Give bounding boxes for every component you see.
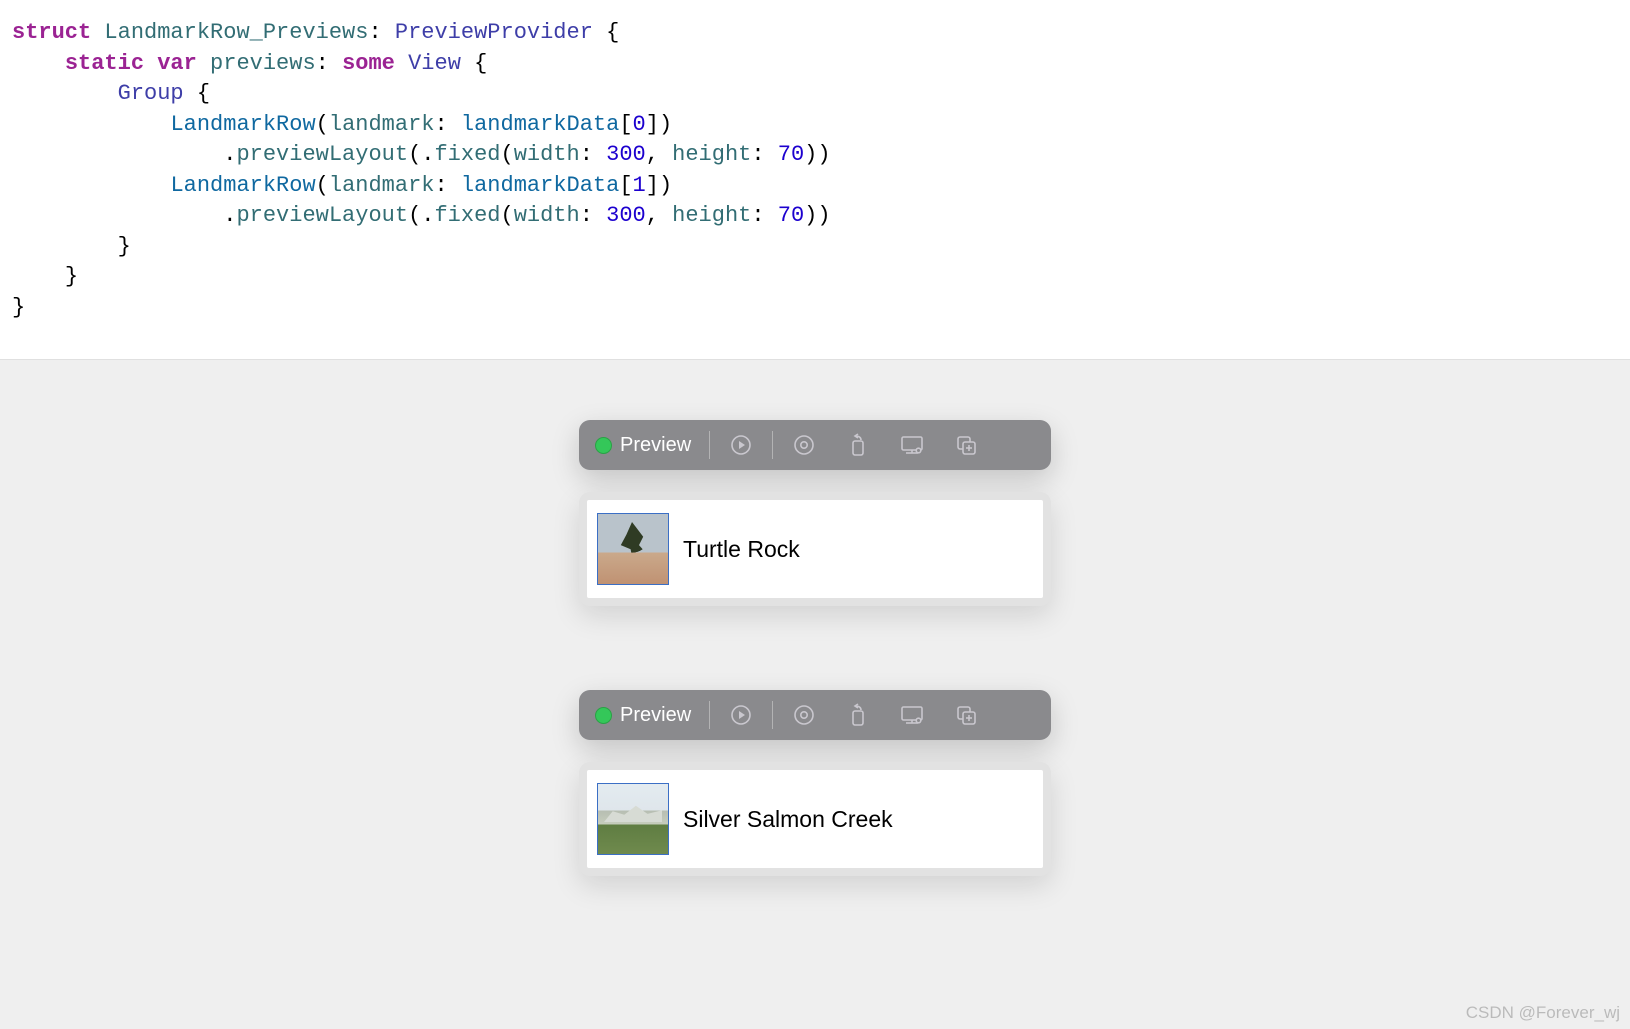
inspect-button[interactable] xyxy=(777,690,831,740)
number-literal: 300 xyxy=(606,142,646,167)
identifier: LandmarkRow xyxy=(170,112,315,137)
keyword-some: some xyxy=(342,51,395,76)
arg-label: landmark xyxy=(329,112,435,137)
type-ref: Group xyxy=(118,81,184,106)
separator xyxy=(772,701,773,729)
preview-block: Preview Turtle Rock xyxy=(579,420,1051,606)
device-rotate-button[interactable] xyxy=(831,690,885,740)
status-dot-icon xyxy=(595,437,612,454)
keyword-var: var xyxy=(157,51,197,76)
preview-label: Preview xyxy=(620,434,691,457)
var-name: previews xyxy=(210,51,316,76)
landmark-thumbnail-icon xyxy=(597,513,669,585)
landmark-thumbnail-icon xyxy=(597,783,669,855)
inspect-button[interactable] xyxy=(777,420,831,470)
preview-block: Preview Silver Salmon Creek xyxy=(579,690,1051,876)
number-literal: 70 xyxy=(778,203,804,228)
method: previewLayout xyxy=(236,203,408,228)
number-literal: 1 xyxy=(633,173,646,198)
landmark-title: Silver Salmon Creek xyxy=(683,806,893,833)
watermark: CSDN @Forever_wj xyxy=(1466,1003,1620,1023)
live-preview-button[interactable] xyxy=(714,690,768,740)
preview-toolbar: Preview xyxy=(579,420,1051,470)
identifier: landmarkData xyxy=(461,112,619,137)
preview-on-device-button[interactable] xyxy=(885,690,939,740)
number-literal: 300 xyxy=(606,203,646,228)
arg-label: height xyxy=(672,203,751,228)
device-rotate-button[interactable] xyxy=(831,420,885,470)
keyword-struct: struct xyxy=(12,20,91,45)
preview-frame: Turtle Rock xyxy=(579,492,1051,606)
identifier: LandmarkRow xyxy=(170,173,315,198)
type-name: LandmarkRow_Previews xyxy=(104,20,368,45)
code-editor[interactable]: struct LandmarkRow_Previews: PreviewProv… xyxy=(0,0,1630,359)
arg-label: width xyxy=(514,203,580,228)
type-ref: PreviewProvider xyxy=(395,20,593,45)
method: fixed xyxy=(434,203,500,228)
live-preview-button[interactable] xyxy=(714,420,768,470)
separator xyxy=(709,431,710,459)
preview-on-device-button[interactable] xyxy=(885,420,939,470)
method: fixed xyxy=(434,142,500,167)
identifier: landmarkData xyxy=(461,173,619,198)
landmark-row[interactable]: Silver Salmon Creek xyxy=(587,770,1043,868)
preview-canvas: Preview Turtle Rock xyxy=(0,359,1630,1029)
method: previewLayout xyxy=(236,142,408,167)
separator xyxy=(709,701,710,729)
number-literal: 70 xyxy=(778,142,804,167)
arg-label: height xyxy=(672,142,751,167)
status-dot-icon xyxy=(595,707,612,724)
keyword-static: static xyxy=(65,51,144,76)
landmark-title: Turtle Rock xyxy=(683,536,800,563)
landmark-row[interactable]: Turtle Rock xyxy=(587,500,1043,598)
number-literal: 0 xyxy=(633,112,646,137)
preview-label: Preview xyxy=(620,704,691,727)
arg-label: landmark xyxy=(329,173,435,198)
separator xyxy=(772,431,773,459)
arg-label: width xyxy=(514,142,580,167)
type-ref: View xyxy=(408,51,461,76)
duplicate-preview-button[interactable] xyxy=(939,690,993,740)
preview-frame: Silver Salmon Creek xyxy=(579,762,1051,876)
duplicate-preview-button[interactable] xyxy=(939,420,993,470)
preview-toolbar: Preview xyxy=(579,690,1051,740)
